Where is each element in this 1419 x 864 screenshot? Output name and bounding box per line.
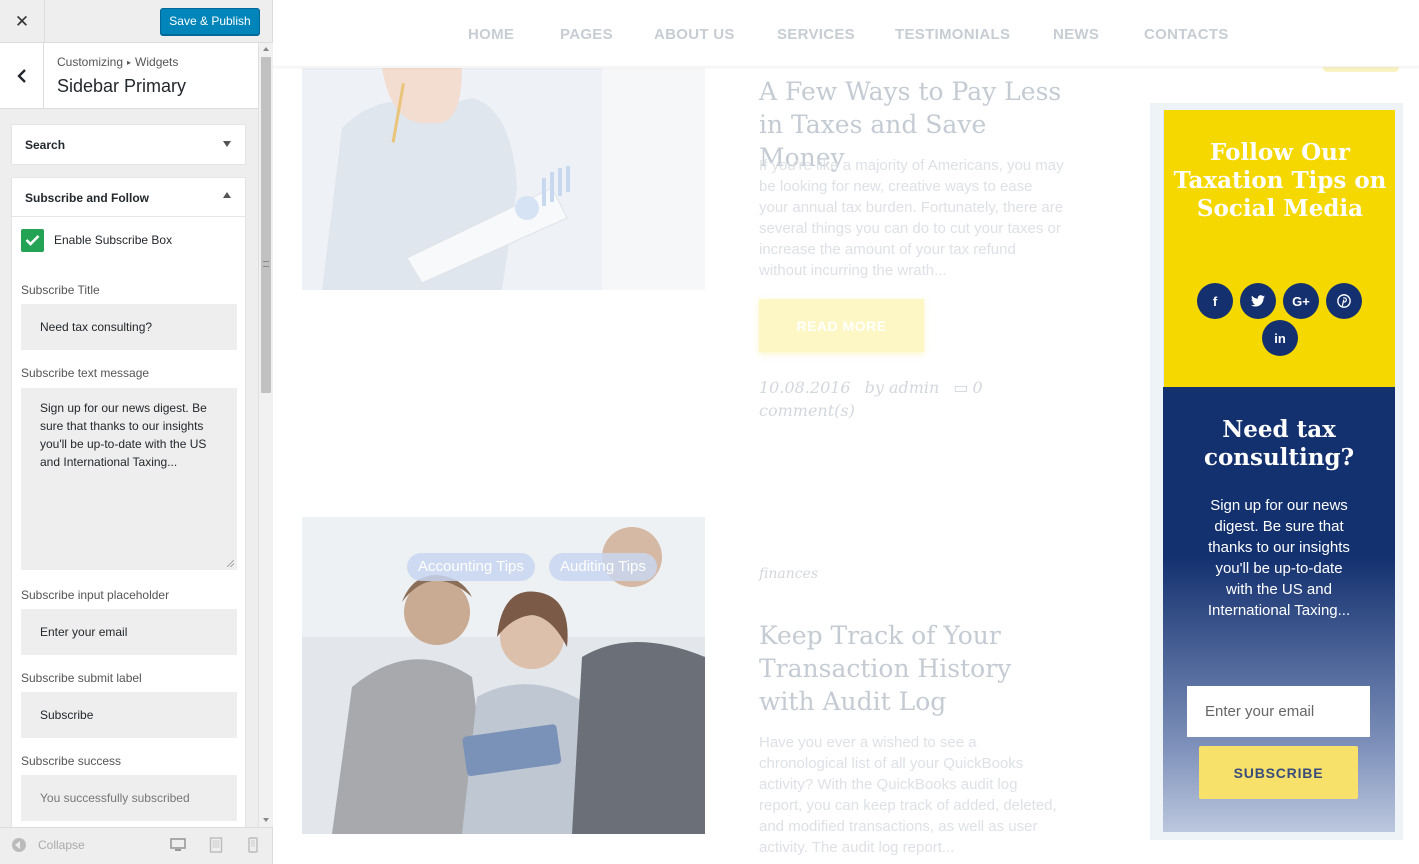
breadcrumb-item-widgets: Widgets — [135, 55, 179, 69]
subscribe-button[interactable]: SUBSCRIBE — [1199, 746, 1358, 799]
widget-search-header[interactable]: Search — [12, 125, 245, 164]
widget-title: Subscribe and Follow — [25, 191, 150, 205]
post-excerpt: Have you ever a wished to see a chronolo… — [759, 734, 1057, 856]
enable-subscribe-checkbox[interactable] — [21, 228, 44, 252]
checkmark-icon — [25, 235, 40, 246]
subscribe-text: Sign up for our news digest. Be sure tha… — [1207, 497, 1351, 619]
expand-arrow-icon[interactable] — [223, 141, 231, 147]
subscribe-title-input[interactable]: Need tax consulting? — [21, 304, 237, 350]
linkedin-icon[interactable]: in — [1262, 320, 1298, 356]
subscribe-placeholder-label: Subscribe input placeholder — [21, 588, 170, 602]
widget-search[interactable]: Search — [11, 124, 246, 164]
person-with-papers-icon — [302, 68, 705, 290]
widgets-list: Search Subscribe and Follow Enable Subsc… — [0, 109, 258, 827]
customizer-panel: ✕ Save & Publish Customizing ▸ Widgets Sid… — [0, 0, 273, 864]
scrollbar-grip-icon — [263, 261, 269, 267]
mobile-icon[interactable] — [248, 837, 258, 853]
post-category[interactable]: finances — [759, 566, 818, 582]
breadcrumb: Customizing ▸ Widgets — [57, 55, 178, 69]
panel-title-area: Customizing ▸ Widgets Sidebar Primary — [0, 43, 258, 109]
post-title[interactable]: Keep Track of Your Transaction History w… — [759, 619, 1069, 718]
subscribe-submit-input[interactable]: Subscribe — [21, 692, 237, 738]
subscribe-placeholder-input[interactable]: Enter your email — [21, 609, 237, 655]
subscribe-success-label: Subscribe success — [21, 754, 122, 768]
enable-subscribe-row: Enable Subscribe Box — [21, 228, 172, 252]
post-image-tax[interactable] — [302, 68, 705, 290]
collapse-icon[interactable] — [12, 838, 26, 852]
nav-item-services[interactable]: SERVICES — [777, 26, 855, 43]
close-customizer-button[interactable]: ✕ — [0, 0, 45, 43]
tablet-icon[interactable] — [209, 837, 223, 853]
post-meta: 10.08.2016 by admin ▭ 0 comment(s) — [759, 376, 999, 422]
follow-title: Follow Our Taxation Tips on Social Media — [1173, 139, 1387, 222]
tag-accounting-tips[interactable]: Accounting Tips — [407, 553, 535, 581]
facebook-icon[interactable]: f — [1197, 283, 1233, 319]
widget-subscribe-follow: Subscribe and Follow Enable Subscribe Bo… — [11, 177, 246, 827]
post-author[interactable]: by admin — [865, 378, 940, 397]
pinterest-icon[interactable] — [1326, 283, 1362, 319]
site-preview: HOME PAGES ABOUT US SERVICES TESTIMONIAL… — [273, 0, 1419, 864]
subscribe-submit-label: Subscribe submit label — [21, 671, 142, 685]
nav-item-pages[interactable]: PAGES — [560, 26, 613, 43]
subscribe-widget: Need tax consulting? Sign up for our new… — [1163, 387, 1395, 832]
post-date: 10.08.2016 — [759, 378, 851, 397]
subscribe-text-textarea[interactable]: Sign up for our news digest. Be sure tha… — [21, 388, 237, 570]
back-button[interactable] — [0, 43, 44, 108]
nav-item-news[interactable]: NEWS — [1053, 26, 1099, 43]
subscribe-text-value: Sign up for our news digest. Be sure tha… — [40, 401, 207, 469]
collapse-button[interactable]: Collapse — [38, 838, 85, 852]
follow-widget: Follow Our Taxation Tips on Social Media… — [1163, 110, 1395, 387]
nav-item-testimonials[interactable]: TESTIMONIALS — [895, 26, 1010, 43]
google-plus-icon[interactable]: G+ — [1283, 283, 1319, 319]
close-icon: ✕ — [14, 11, 30, 32]
scroll-up-icon[interactable] — [263, 47, 269, 51]
scroll-down-icon[interactable] — [263, 818, 269, 822]
site-navigation: HOME PAGES ABOUT US SERVICES TESTIMONIAL… — [273, 0, 1419, 67]
scrollbar-thumb[interactable] — [261, 57, 271, 393]
desktop-icon[interactable] — [170, 837, 186, 853]
panel-title: Sidebar Primary — [57, 76, 187, 96]
enable-subscribe-label: Enable Subscribe Box — [54, 233, 173, 247]
customizer-footer: Collapse — [0, 827, 272, 864]
subscribe-title: Need tax consulting? — [1203, 416, 1355, 471]
tag-auditing-tips[interactable]: Auditing Tips — [549, 553, 657, 581]
email-field[interactable]: Enter your email — [1187, 686, 1370, 737]
chevron-left-icon — [16, 68, 26, 83]
twitter-bird-icon — [1251, 295, 1265, 307]
customizer-header: ✕ Save & Publish — [0, 0, 272, 43]
panel-scrollbar[interactable] — [258, 43, 273, 827]
read-more-button[interactable]: READ MORE — [759, 299, 924, 352]
subscribe-text-label: Subscribe text message — [21, 366, 150, 380]
nav-item-home[interactable]: HOME — [468, 26, 514, 43]
breadcrumb-item-customizing: Customizing — [57, 55, 124, 69]
resize-handle-icon[interactable] — [227, 560, 234, 567]
widget-title: Search — [25, 138, 66, 152]
subscribe-success-input[interactable]: You successfully subscribed — [21, 775, 237, 821]
twitter-icon[interactable] — [1240, 283, 1276, 319]
nav-item-about-us[interactable]: ABOUT US — [654, 26, 735, 43]
collapse-arrow-icon[interactable] — [223, 192, 231, 198]
comment-icon: ▭ — [953, 378, 969, 397]
nav-item-contacts[interactable]: CONTACTS — [1144, 26, 1229, 43]
pinterest-p-icon — [1337, 294, 1351, 308]
post-excerpt: If you're like a majority of Americans, … — [759, 157, 1064, 279]
breadcrumb-separator-icon: ▸ — [127, 58, 132, 67]
subscribe-title-label: Subscribe Title — [21, 283, 100, 297]
widget-subscribe-header[interactable]: Subscribe and Follow — [12, 178, 245, 217]
save-publish-button[interactable]: Save & Publish — [160, 8, 260, 35]
